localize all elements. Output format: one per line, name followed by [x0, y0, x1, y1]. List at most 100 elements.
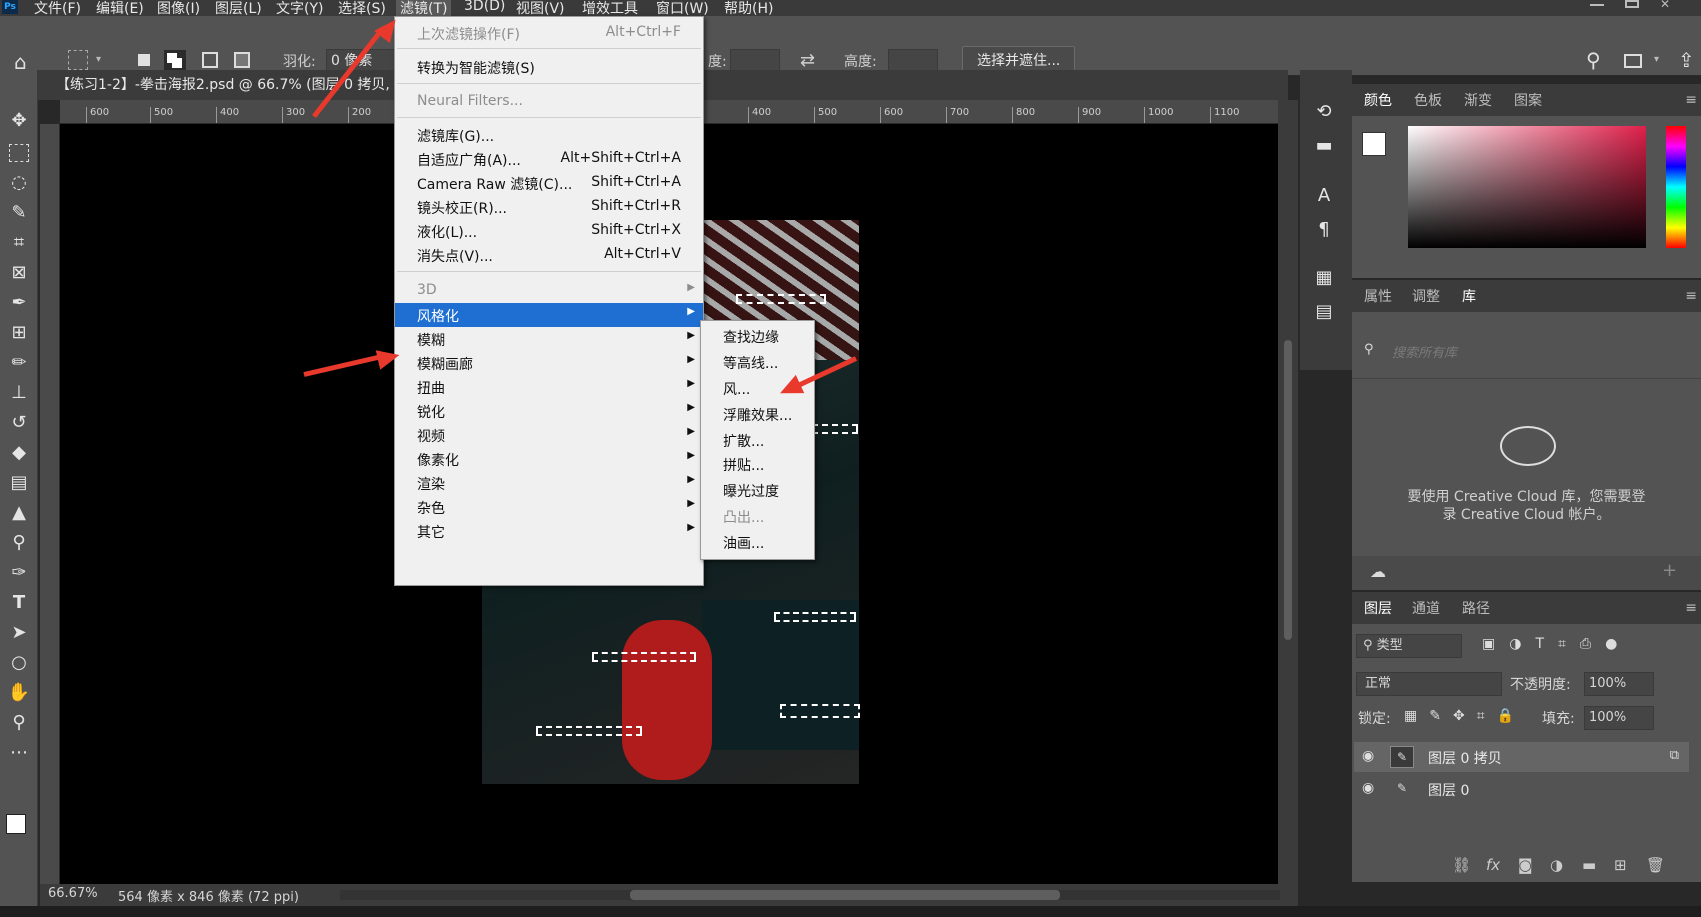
comments-icon[interactable]: ▬: [1312, 134, 1336, 158]
frame-tool-icon[interactable]: ⊠: [6, 260, 32, 286]
chevron-down-icon[interactable]: ▾: [1654, 54, 1659, 65]
blur-tool-icon[interactable]: ▲: [6, 500, 32, 526]
scrollbar-thumb[interactable]: [630, 890, 1060, 900]
eraser-tool-icon[interactable]: ◆: [6, 440, 32, 466]
maximize-icon[interactable]: [1625, 0, 1639, 8]
paragraph-icon[interactable]: ¶: [1312, 218, 1336, 242]
color-field[interactable]: [1408, 126, 1646, 248]
layer-name[interactable]: 图层 0 拷贝: [1428, 748, 1502, 768]
hue-slider[interactable]: [1666, 126, 1686, 248]
history-brush-tool-icon[interactable]: ↺: [6, 410, 32, 436]
submenu-item-wind[interactable]: 风...: [723, 379, 750, 399]
layer-row[interactable]: ◉ ✎ 图层 0 拷贝 ⧉: [1354, 742, 1689, 772]
eye-icon[interactable]: ◉: [1362, 748, 1374, 764]
panel-menu-icon[interactable]: ≡: [1685, 600, 1697, 616]
menu-filter[interactable]: 滤镜(T): [396, 0, 452, 16]
panel-menu-icon[interactable]: ≡: [1685, 288, 1697, 304]
quick-select-tool-icon[interactable]: ✎: [6, 200, 32, 226]
menu-layer[interactable]: 图层(L): [215, 0, 262, 16]
adjustment-layer-icon[interactable]: ◑: [1550, 856, 1563, 874]
tab-patterns[interactable]: 图案: [1514, 90, 1542, 110]
tab-swatches[interactable]: 色板: [1414, 90, 1442, 110]
submenu-item-emboss[interactable]: 浮雕效果...: [723, 405, 792, 425]
intersect-selection-icon[interactable]: [234, 52, 250, 68]
gradient-tool-icon[interactable]: ▤: [6, 470, 32, 496]
horizontal-scrollbar[interactable]: [340, 890, 1280, 900]
vertical-scrollbar[interactable]: [1278, 100, 1298, 884]
layer-filter-icons[interactable]: ▣◑T⌗⎙●: [1482, 636, 1631, 652]
foreground-color-swatch[interactable]: [1362, 132, 1386, 156]
add-to-selection-icon[interactable]: [164, 50, 186, 72]
new-group-icon[interactable]: ▬: [1582, 856, 1596, 874]
menu-view[interactable]: 视图(V): [516, 0, 565, 16]
type-tool-icon[interactable]: T: [6, 590, 32, 616]
submenu-item-find-edges[interactable]: 查找边缘: [723, 327, 779, 347]
menu-item-blur[interactable]: 模糊 ▶: [395, 327, 703, 351]
path-selection-tool-icon[interactable]: ➤: [6, 620, 32, 646]
tab-properties[interactable]: 属性: [1364, 286, 1392, 306]
close-icon[interactable]: ✕: [1660, 0, 1674, 11]
document-tab[interactable]: 【练习1-2】-拳击海报2.psd @ 66.7% (图层 0 拷贝,: [56, 74, 436, 98]
more-tools-icon[interactable]: ⋯: [6, 740, 32, 766]
clone-stamp-tool-icon[interactable]: ⊥: [6, 380, 32, 406]
tab-adjustments[interactable]: 调整: [1412, 286, 1440, 306]
menu-select[interactable]: 选择(S): [338, 0, 386, 16]
hand-tool-icon[interactable]: ✋: [6, 680, 32, 706]
minimize-icon[interactable]: [1590, 0, 1604, 6]
submenu-item-diffuse[interactable]: 扩散...: [723, 431, 764, 451]
menu-item-stylize[interactable]: 风格化 ▶: [395, 303, 703, 327]
tab-gradients[interactable]: 渐变: [1464, 90, 1492, 110]
cloud-icon[interactable]: ☁: [1370, 562, 1386, 581]
chevron-down-icon[interactable]: ▾: [96, 54, 101, 65]
menu-item-filter-gallery[interactable]: 滤镜库(G)...: [395, 123, 703, 147]
eyedropper-tool-icon[interactable]: ✒: [6, 290, 32, 316]
menu-item-camera-raw[interactable]: Camera Raw 滤镜(C)... Shift+Ctrl+A: [395, 171, 703, 195]
menu-file[interactable]: 文件(F): [34, 0, 81, 16]
delete-layer-icon[interactable]: 🗑: [1646, 856, 1665, 874]
menu-item-liquify[interactable]: 液化(L)... Shift+Ctrl+X: [395, 219, 703, 243]
opacity-input[interactable]: 100%: [1584, 672, 1654, 696]
share-icon[interactable]: ⇪: [1678, 48, 1695, 72]
tab-channels[interactable]: 通道: [1412, 598, 1440, 618]
tab-layers[interactable]: 图层: [1356, 592, 1402, 624]
scrollbar-thumb[interactable]: [1284, 340, 1292, 640]
menu-plugins[interactable]: 增效工具: [582, 0, 638, 16]
pen-tool-icon[interactable]: ✑: [6, 560, 32, 586]
zoom-tool-icon[interactable]: ⚲: [6, 710, 32, 736]
lasso-tool-icon[interactable]: ◌: [6, 170, 32, 196]
menu-3d[interactable]: 3D(D): [464, 0, 505, 14]
menu-item-convert-smart-filter[interactable]: 转换为智能滤镜(S): [395, 55, 703, 79]
add-icon[interactable]: +: [1662, 560, 1677, 581]
lock-icons[interactable]: ▦✎✥⌗🔒: [1404, 708, 1526, 724]
menu-type[interactable]: 文字(Y): [276, 0, 323, 16]
menu-item-lens-correction[interactable]: 镜头校正(R)... Shift+Ctrl+R: [395, 195, 703, 219]
layer-row[interactable]: ◉ ✎ 图层 0: [1354, 774, 1689, 804]
swap-icon[interactable]: ⇄: [800, 50, 815, 71]
add-mask-icon[interactable]: ◙: [1518, 856, 1533, 874]
properties-icon[interactable]: ▦: [1312, 266, 1336, 290]
library-search-input[interactable]: 搜索所有库: [1392, 342, 1457, 361]
submenu-item-oil-paint[interactable]: 油画...: [723, 533, 764, 553]
menu-edit[interactable]: 编辑(E): [96, 0, 144, 16]
ellipse-tool-icon[interactable]: ○: [6, 650, 32, 676]
menu-item-other[interactable]: 其它 ▶: [395, 519, 703, 543]
notes-icon[interactable]: ▤: [1312, 300, 1336, 324]
menu-image[interactable]: 图像(I): [157, 0, 200, 16]
new-layer-icon[interactable]: ⊞: [1614, 856, 1627, 874]
submenu-item-tiles[interactable]: 拼贴...: [723, 455, 764, 475]
menu-item-blur-gallery[interactable]: 模糊画廊 ▶: [395, 351, 703, 375]
menu-item-vanishing-point[interactable]: 消失点(V)... Alt+Ctrl+V: [395, 243, 703, 267]
workspace-icon[interactable]: [1624, 54, 1642, 68]
menu-item-noise[interactable]: 杂色 ▶: [395, 495, 703, 519]
link-layers-icon[interactable]: ⛓: [1452, 856, 1471, 874]
menu-item-render[interactable]: 渲染 ▶: [395, 471, 703, 495]
submenu-item-extrude[interactable]: 凸出...: [723, 507, 764, 527]
fx-icon[interactable]: fx: [1486, 856, 1500, 874]
menu-window[interactable]: 窗口(W): [656, 0, 709, 16]
zoom-level[interactable]: 66.67%: [48, 886, 98, 901]
healing-brush-tool-icon[interactable]: ⊞: [6, 320, 32, 346]
menu-item-pixelate[interactable]: 像素化 ▶: [395, 447, 703, 471]
subtract-from-selection-icon[interactable]: [202, 52, 218, 68]
menu-help[interactable]: 帮助(H): [724, 0, 773, 16]
marquee-tool-preset-icon[interactable]: [68, 50, 88, 70]
